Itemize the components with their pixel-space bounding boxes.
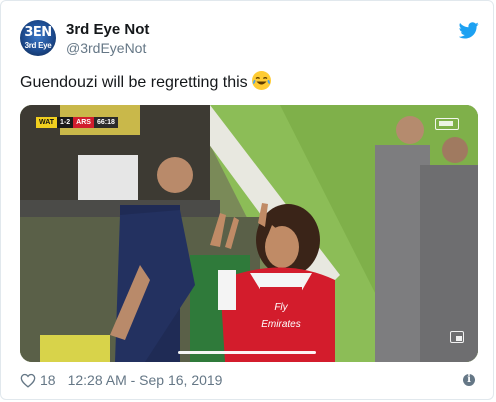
- shirt-sponsor: Fly: [274, 302, 288, 313]
- scorebug-away: ARS: [73, 117, 94, 128]
- tweet-footer: 18 12:28 AM - Sep 16, 2019: [20, 372, 222, 388]
- video-progress-bar[interactable]: [178, 351, 316, 354]
- svg-text:Emirates: Emirates: [261, 319, 300, 330]
- scorebug-score: 1-2: [57, 117, 74, 128]
- tweet-card[interactable]: 3EN 3rd Eye 3rd Eye Not @3rdEyeNot Guend…: [0, 0, 494, 400]
- face-with-tears-of-joy-icon: [251, 71, 271, 90]
- author-display-name[interactable]: 3rd Eye Not: [66, 21, 149, 38]
- avatar-text-bottom: 3rd Eye: [24, 41, 52, 50]
- heart-icon[interactable]: [20, 373, 36, 388]
- picture-in-picture-icon[interactable]: [450, 331, 464, 343]
- tweet-video[interactable]: Fly Emirates WAT 1-2 ARS 66:18: [20, 105, 478, 362]
- tweet-timestamp[interactable]: 12:28 AM - Sep 16, 2019: [68, 372, 223, 388]
- author-handle[interactable]: @3rdEyeNot: [66, 40, 146, 56]
- video-frame: Fly Emirates: [20, 105, 478, 362]
- like-count[interactable]: 18: [40, 372, 56, 388]
- info-icon[interactable]: i: [463, 374, 475, 386]
- twitter-bird-icon[interactable]: [459, 22, 479, 39]
- scorebug: WAT 1-2 ARS 66:18: [36, 117, 118, 128]
- scorebug-home: WAT: [36, 117, 58, 128]
- avatar-text-top: 3EN: [24, 25, 52, 40]
- tweet-text: Guendouzi will be regretting this: [20, 71, 271, 92]
- tweet-text-body: Guendouzi will be regretting this: [20, 74, 248, 91]
- scorebug-clock: 66:18: [93, 117, 118, 128]
- broadcaster-logo-icon: [435, 118, 459, 130]
- avatar[interactable]: 3EN 3rd Eye: [20, 20, 56, 56]
